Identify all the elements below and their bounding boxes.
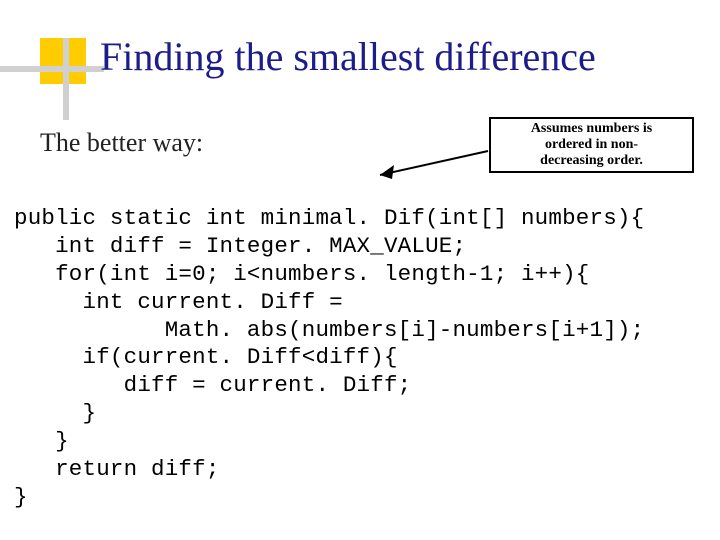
deco-bar-v-icon [63,38,69,120]
code-line: diff = current. Diff; [14,372,411,398]
code-line: return diff; [14,456,220,482]
code-line: if(current. Diff<diff){ [14,344,398,370]
arrow-icon [370,145,490,185]
note-line: Assumes numbers is [531,121,652,136]
code-line: int diff = Integer. MAX_VALUE; [14,233,466,259]
code-line: } [14,400,96,426]
code-line: } [14,484,28,510]
code-line: int current. Diff = [14,289,343,315]
slide-title: Finding the smallest difference [100,36,690,78]
code-block: public static int minimal. Dif(int[] num… [14,205,644,512]
slide-subhead: The better way: [40,128,203,158]
code-line: Math. abs(numbers[i]-numbers[i+1]); [14,317,644,343]
assumption-note: Assumes numbers is ordered in non- decre… [489,117,694,173]
code-line: for(int i=0; i<numbers. length-1; i++){ [14,261,590,287]
code-line: public static int minimal. Dif(int[] num… [14,205,644,231]
note-line: decreasing order. [540,153,643,168]
deco-bar-h-icon [0,66,104,72]
code-line: } [14,428,69,454]
note-line: ordered in non- [545,137,638,152]
slide: Finding the smallest difference The bett… [0,0,720,540]
corner-decoration [0,38,104,120]
